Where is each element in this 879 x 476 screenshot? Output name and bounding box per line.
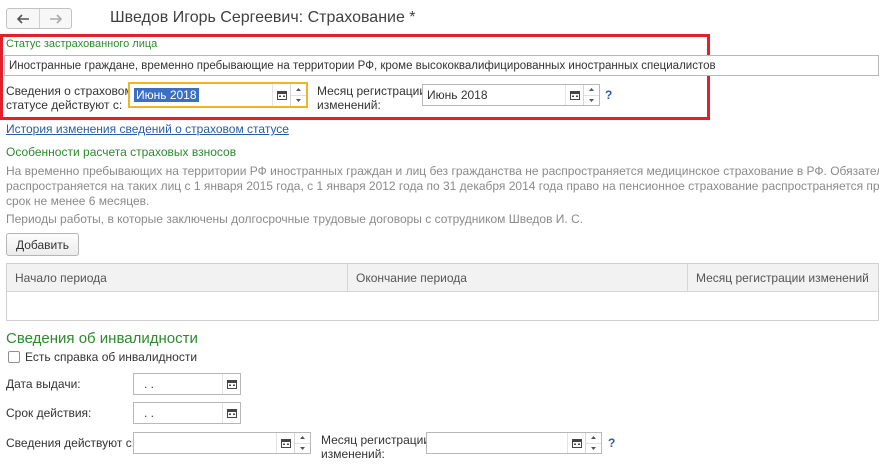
validity-field[interactable]: . . [133,402,241,424]
column-header-start[interactable]: Начало периода [7,264,347,291]
disability-title: Сведения об инвалидности [6,330,198,347]
periods-text: Периоды работы, в которые заключены долг… [6,212,584,226]
issue-date-calendar-button[interactable] [222,374,240,394]
calendar-icon [226,409,237,418]
effective-from-field[interactable] [133,432,311,454]
disability-help-icon[interactable]: ? [608,436,615,450]
back-button[interactable] [7,9,39,28]
status-effective-value: Июнь 2018 [134,88,199,102]
calendar-icon [571,439,582,448]
periods-table-header: Начало периода Окончание периода Месяц р… [7,264,878,292]
spin-up-icon[interactable] [586,433,601,443]
disability-reg-spinner[interactable] [585,433,601,453]
status-effective-label-line2: статусе действуют с: [6,98,123,112]
column-header-end[interactable]: Окончание периода [347,264,687,291]
status-effective-spinner[interactable] [290,84,306,106]
status-reg-label-line1: Месяц регистрации [317,84,427,98]
forward-button[interactable] [39,9,71,28]
spin-up-icon[interactable] [584,85,599,95]
disability-reg-label-line2: изменений: [321,447,385,461]
status-help-icon[interactable]: ? [605,88,612,102]
status-reg-calendar-button[interactable] [565,85,583,105]
effective-from-spinner[interactable] [294,433,310,453]
column-header-reg-month[interactable]: Месяц регистрации изменений [687,264,878,291]
spin-up-icon[interactable] [291,84,306,95]
window-title: Шведов Игорь Сергеевич: Страхование * [110,9,416,26]
calendar-icon [226,380,237,389]
validity-calendar-button[interactable] [222,403,240,423]
disability-reg-label-line1: Месяц регистрации [321,433,431,447]
calc-section-title: Особенности расчета страховых взносов [6,145,237,159]
arrow-right-icon [49,13,62,24]
effective-from-calendar-button[interactable] [276,433,294,453]
issue-date-label: Дата выдачи: [6,377,81,391]
calc-description: На временно пребывающих на территории РФ… [6,164,879,209]
history-link[interactable]: История изменения сведений о страховом с… [6,122,289,136]
issue-date-value: . . [144,377,155,391]
effective-from-label: Сведения действуют с: [6,436,136,450]
navigation-buttons [6,8,72,29]
validity-value: . . [144,406,155,420]
spin-down-icon[interactable] [586,442,601,454]
status-effective-label-line1: Сведения о страховом [6,84,133,98]
calc-description-line3: срок не менее 6 месяцев. [6,194,150,208]
status-effective-label: Сведения о страховом статусе действуют с… [6,84,133,112]
status-reg-label-line2: изменений: [317,98,381,112]
status-reg-value: Июнь 2018 [427,88,488,102]
disability-reg-field[interactable] [426,432,602,454]
spin-down-icon[interactable] [584,94,599,106]
calendar-icon [276,91,287,100]
calendar-icon [569,91,580,100]
status-reg-spinner[interactable] [583,85,599,105]
status-reg-label: Месяц регистрации изменений: [317,84,426,112]
has-certificate-label: Есть справка об инвалидности [25,350,198,364]
disability-reg-calendar-button[interactable] [567,433,585,453]
disability-reg-label: Месяц регистрации изменений: [321,433,430,461]
arrow-left-icon [16,13,29,24]
calc-description-line2: распространяется на таких лиц с 1 января… [6,179,879,193]
insured-status-field[interactable]: Иностранные граждане, временно пребывающ… [4,55,879,76]
issue-date-field[interactable]: . . [133,373,241,395]
spin-up-icon[interactable] [295,433,310,443]
insured-status-label: Статус застрахованного лица [6,38,158,50]
validity-label: Срок действия: [6,406,92,420]
add-button[interactable]: Добавить [6,233,79,256]
status-reg-field[interactable]: Июнь 2018 [422,84,600,106]
calc-description-line1: На временно пребывающих на территории РФ… [6,164,879,178]
periods-table: Начало периода Окончание периода Месяц р… [6,263,879,321]
spin-down-icon[interactable] [291,94,306,107]
status-effective-field[interactable]: Июнь 2018 [128,82,308,108]
calendar-icon [280,439,291,448]
has-certificate-checkbox[interactable] [8,351,20,363]
status-effective-calendar-button[interactable] [272,84,290,106]
insured-status-value: Иностранные граждане, временно пребывающ… [9,59,716,72]
spin-down-icon[interactable] [295,442,310,454]
